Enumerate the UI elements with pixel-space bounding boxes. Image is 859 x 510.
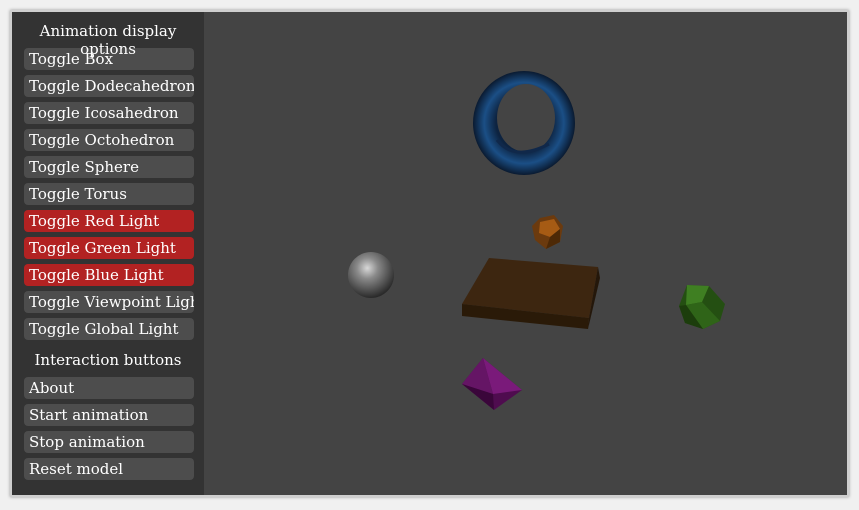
toggle-dodecahedron-button[interactable]: Toggle Dodecahedron [24, 75, 194, 97]
sphere-object [348, 252, 394, 298]
sidebar: Animation display options Toggle Box Tog… [12, 12, 204, 495]
stop-animation-button[interactable]: Stop animation [24, 431, 194, 453]
start-animation-button[interactable]: Start animation [24, 404, 194, 426]
toggle-viewpoint-light-button[interactable]: Toggle Viewpoint Light [24, 291, 194, 313]
toggle-global-light-button[interactable]: Toggle Global Light [24, 318, 194, 340]
scene-svg [348, 71, 725, 410]
torus-object [473, 71, 575, 175]
toggle-green-light-button[interactable]: Toggle Green Light [24, 237, 194, 259]
toggle-octohedron-button[interactable]: Toggle Octohedron [24, 129, 194, 151]
toggle-torus-button[interactable]: Toggle Torus [24, 183, 194, 205]
box-object [462, 258, 600, 329]
toggle-sphere-button[interactable]: Toggle Sphere [24, 156, 194, 178]
about-button[interactable]: About [24, 377, 194, 399]
icosahedron-object [679, 285, 725, 329]
app-frame: Animation display options Toggle Box Tog… [10, 10, 849, 497]
toggle-red-light-button[interactable]: Toggle Red Light [24, 210, 194, 232]
toggle-icosahedron-button[interactable]: Toggle Icosahedron [24, 102, 194, 124]
reset-model-button[interactable]: Reset model [24, 458, 194, 480]
display-options-title: Animation display options [39, 22, 177, 58]
interaction-buttons-title: Interaction buttons [34, 351, 182, 369]
octahedron-object [462, 358, 522, 410]
toggle-box-button[interactable]: Toggle Box [24, 48, 194, 70]
render-canvas[interactable] [204, 12, 847, 495]
dodecahedron-object [532, 215, 563, 249]
toggle-blue-light-button[interactable]: Toggle Blue Light [24, 264, 194, 286]
